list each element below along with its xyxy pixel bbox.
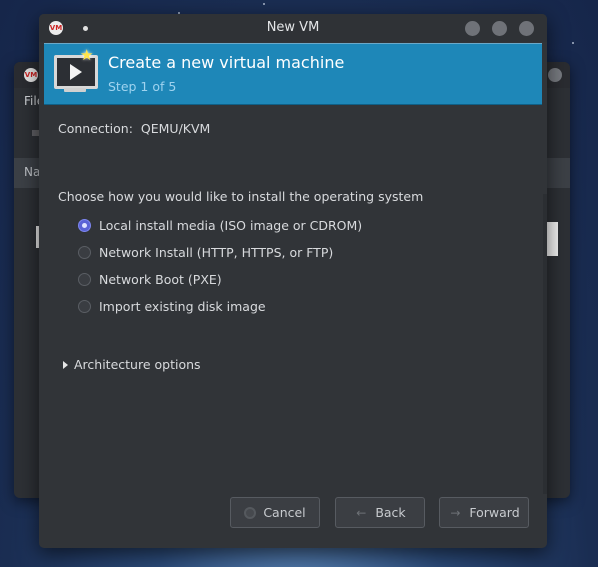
install-option-import-disk[interactable]: Import existing disk image bbox=[78, 296, 266, 316]
back-button-label: Back bbox=[375, 505, 406, 520]
monitor-stand bbox=[64, 88, 86, 92]
cancel-icon bbox=[244, 506, 257, 519]
install-option-label: Network Install (HTTP, HTTPS, or FTP) bbox=[99, 244, 334, 260]
install-option-local-media[interactable]: Local install media (ISO image or CDROM) bbox=[78, 215, 362, 235]
architecture-options-label: Architecture options bbox=[74, 357, 201, 372]
radio-button[interactable] bbox=[78, 245, 91, 259]
forward-button[interactable]: → Forward bbox=[439, 497, 529, 528]
close-button[interactable] bbox=[519, 21, 534, 36]
connection-label: Connection: bbox=[58, 121, 133, 136]
virt-manager-app-icon: VM bbox=[24, 68, 38, 82]
arrow-left-icon: ← bbox=[356, 505, 367, 520]
install-option-network-install[interactable]: Network Install (HTTP, HTTPS, or FTP) bbox=[78, 242, 333, 262]
forward-button-label: Forward bbox=[469, 505, 520, 520]
wizard-step: Step 1 of 5 bbox=[108, 79, 177, 94]
back-button[interactable]: ← Back bbox=[335, 497, 425, 528]
wizard-heading: Create a new virtual machine bbox=[108, 53, 345, 72]
cancel-button[interactable]: Cancel bbox=[230, 497, 320, 528]
architecture-options-expander[interactable]: Architecture options bbox=[63, 357, 201, 372]
wizard-banner: ★ Create a new virtual machine Step 1 of… bbox=[44, 43, 542, 105]
maximize-button[interactable] bbox=[492, 21, 507, 36]
new-vm-dialog: VM New VM ★ Create a new virtual machine… bbox=[39, 14, 547, 548]
window-close-icon[interactable] bbox=[548, 68, 562, 82]
radio-button-selected[interactable] bbox=[78, 218, 91, 232]
scrollbar[interactable] bbox=[543, 194, 547, 494]
background-star bbox=[263, 3, 265, 5]
install-option-network-boot[interactable]: Network Boot (PXE) bbox=[78, 269, 222, 289]
install-option-label: Local install media (ISO image or CDROM) bbox=[99, 217, 363, 233]
radio-button[interactable] bbox=[78, 299, 91, 313]
connection-info: Connection: QEMU/KVM bbox=[58, 121, 210, 136]
new-star-icon: ★ bbox=[80, 46, 94, 64]
arrow-right-icon: → bbox=[450, 505, 461, 520]
background-star bbox=[572, 42, 574, 44]
expander-arrow-icon bbox=[63, 360, 68, 369]
cancel-button-label: Cancel bbox=[263, 505, 306, 520]
radio-button[interactable] bbox=[78, 272, 91, 286]
dialog-titlebar: VM New VM bbox=[39, 14, 547, 42]
play-icon bbox=[70, 64, 82, 80]
connection-value: QEMU/KVM bbox=[140, 121, 211, 136]
install-option-label: Network Boot (PXE) bbox=[99, 271, 222, 287]
install-option-label: Import existing disk image bbox=[99, 298, 266, 314]
background-header-name[interactable]: Na bbox=[24, 165, 40, 179]
minimize-button[interactable] bbox=[465, 21, 480, 36]
install-method-prompt: Choose how you would like to install the… bbox=[58, 189, 424, 204]
background-white-panel bbox=[546, 222, 558, 256]
